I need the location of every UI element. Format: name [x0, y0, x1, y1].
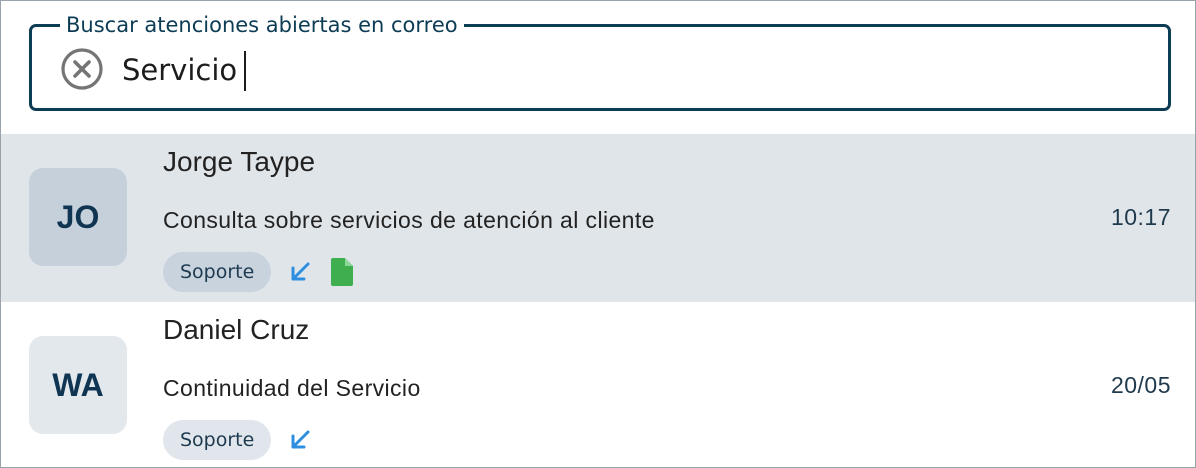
arrow-down-left-icon: [287, 427, 313, 453]
avatar: JO: [29, 168, 127, 266]
sender-name: Jorge Taype: [163, 146, 316, 177]
tag-chip[interactable]: Soporte: [163, 252, 272, 292]
message-time: 10:17: [1110, 204, 1171, 230]
message-subject: Continuidad del Servicio: [163, 375, 421, 401]
message-list: JO Jorge Taype Consulta sobre servicios …: [1, 134, 1195, 467]
arrow-down-left-icon: [287, 259, 313, 285]
message-time: 20/05: [1110, 372, 1171, 398]
avatar: WA: [29, 336, 127, 434]
search-field[interactable]: Buscar atenciones abiertas en correo: [29, 12, 1171, 111]
message-tags: Soporte: [163, 420, 313, 460]
document-icon: [329, 257, 355, 287]
message-subject: Consulta sobre servicios de atención al …: [163, 207, 655, 233]
list-item[interactable]: WA Daniel Cruz Continuidad del Servicio …: [1, 302, 1195, 467]
search-label: Buscar atenciones abiertas en correo: [60, 12, 464, 38]
message-tags: Soporte: [163, 252, 355, 292]
mail-search-panel: Buscar atenciones abiertas en correo JO …: [0, 0, 1196, 468]
close-circle-icon[interactable]: [60, 47, 104, 91]
text-cursor: [244, 51, 246, 91]
tag-chip[interactable]: Soporte: [163, 420, 272, 460]
sender-name: Daniel Cruz: [163, 314, 310, 345]
list-item[interactable]: JO Jorge Taype Consulta sobre servicios …: [1, 134, 1195, 302]
search-input[interactable]: [122, 47, 1122, 93]
